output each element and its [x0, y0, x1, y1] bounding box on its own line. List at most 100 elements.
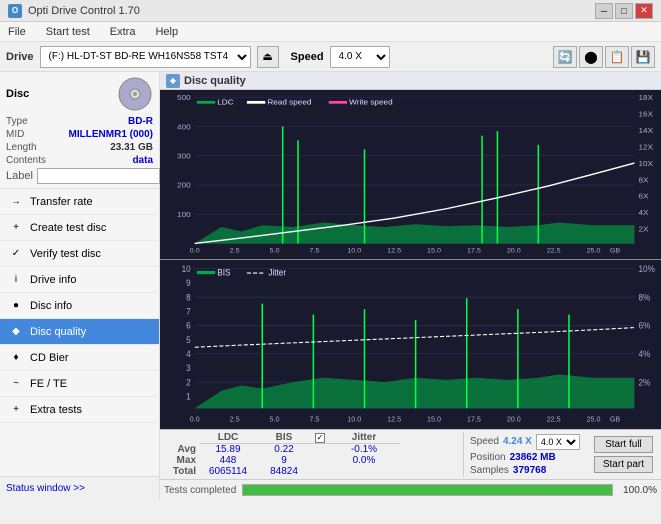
samples-value: 379768 — [513, 465, 546, 476]
drive-select[interactable]: (F:) HL-DT-ST BD-RE WH16NS58 TST4 — [40, 46, 251, 68]
toolbar-btn-1[interactable]: 🔄 — [553, 46, 577, 68]
menu-extra[interactable]: Extra — [106, 24, 140, 40]
sidebar-item-fe-te[interactable]: ~ FE / TE — [0, 371, 159, 397]
svg-text:12X: 12X — [639, 143, 654, 151]
transfer-rate-icon: → — [8, 194, 24, 210]
svg-text:0.0: 0.0 — [190, 248, 200, 255]
close-button[interactable]: ✕ — [635, 3, 653, 19]
sidebar-item-create-test-disc[interactable]: + Create test disc — [0, 215, 159, 241]
toolbar-btn-4[interactable]: 💾 — [631, 46, 655, 68]
empty-header — [164, 432, 200, 444]
sidebar: Disc Type BD-R MID MILLENMR1 (000) Lengt… — [0, 72, 160, 500]
svg-text:4%: 4% — [639, 349, 651, 359]
svg-text:4: 4 — [186, 349, 191, 359]
svg-text:300: 300 — [177, 152, 191, 160]
extra-tests-icon: + — [8, 402, 24, 418]
start-full-button[interactable]: Start full — [594, 436, 653, 453]
disc-length-row: Length 23.31 GB — [6, 142, 153, 153]
progress-percent: 100.0% — [619, 485, 657, 496]
speed-select[interactable]: 4.0 X — [330, 46, 390, 68]
svg-text:8: 8 — [186, 292, 191, 302]
disc-label-input[interactable] — [37, 168, 160, 184]
max-ldc: 448 — [200, 455, 256, 466]
svg-text:2.5: 2.5 — [230, 248, 240, 255]
svg-text:10.0: 10.0 — [347, 414, 361, 423]
disc-length-label: Length — [6, 142, 37, 153]
stats-table-header: LDC BIS ✓ Jitter — [164, 432, 459, 444]
eject-button[interactable]: ⏏ — [257, 46, 279, 68]
sidebar-item-cd-bier[interactable]: ♦ CD Bier — [0, 345, 159, 371]
create-test-disc-icon: + — [8, 220, 24, 236]
sidebar-item-disc-quality[interactable]: ◆ Disc quality — [0, 319, 159, 345]
speed-row: Speed 4.24 X 4.0 X — [470, 434, 580, 450]
menu-start-test[interactable]: Start test — [42, 24, 94, 40]
max-bis: 9 — [256, 455, 312, 466]
jitter-checkbox[interactable]: ✓ — [315, 433, 325, 443]
total-row: Total 6065114 84824 — [164, 466, 459, 477]
fe-te-icon: ~ — [8, 376, 24, 392]
minimize-button[interactable]: ─ — [595, 3, 613, 19]
svg-text:1: 1 — [186, 391, 191, 401]
status-window-label: Status window >> — [6, 483, 85, 494]
menu-bar: File Start test Extra Help — [0, 22, 661, 42]
sidebar-item-extra-tests-label: Extra tests — [30, 404, 82, 416]
maximize-button[interactable]: □ — [615, 3, 633, 19]
sidebar-item-disc-info[interactable]: ● Disc info — [0, 293, 159, 319]
bis-header: BIS — [256, 432, 312, 444]
cd-bier-icon: ♦ — [8, 350, 24, 366]
avg-bis: 0.22 — [256, 444, 312, 455]
sidebar-item-transfer-rate[interactable]: → Transfer rate — [0, 189, 159, 215]
sidebar-item-disc-quality-label: Disc quality — [30, 326, 86, 338]
svg-text:9: 9 — [186, 278, 191, 288]
total-jitter-empty — [328, 466, 400, 477]
svg-text:Read speed: Read speed — [267, 98, 311, 106]
sidebar-item-drive-info[interactable]: i Drive info — [0, 267, 159, 293]
menu-help[interactable]: Help — [151, 24, 182, 40]
position-row: Position 23862 MB — [470, 452, 580, 463]
disc-contents-value: data — [132, 155, 153, 166]
svg-text:8%: 8% — [639, 292, 651, 302]
sidebar-item-verify-test-disc[interactable]: ✓ Verify test disc — [0, 241, 159, 267]
disc-section: Disc Type BD-R MID MILLENMR1 (000) Lengt… — [0, 72, 159, 189]
toolbar-btn-3[interactable]: 📋 — [605, 46, 629, 68]
disc-contents-row: Contents data — [6, 155, 153, 166]
sidebar-item-create-test-disc-label: Create test disc — [30, 222, 106, 234]
app-icon: O — [8, 4, 22, 18]
svg-text:14X: 14X — [639, 126, 654, 134]
bottom-chart-svg: 10 9 8 7 6 5 4 3 2 1 10% 8% 6% 4% 2% — [160, 260, 661, 429]
total-bis: 84824 — [256, 466, 312, 477]
progress-label: Tests completed — [164, 485, 236, 496]
drive-label: Drive — [6, 51, 34, 63]
disc-quality-icon: ◆ — [8, 324, 24, 340]
avg-ldc: 15.89 — [200, 444, 256, 455]
charts-container: 500 400 300 200 100 18X 16X 14X 12X 10X … — [160, 90, 661, 429]
chart-top: 500 400 300 200 100 18X 16X 14X 12X 10X … — [160, 90, 661, 260]
app-title: Opti Drive Control 1.70 — [28, 5, 140, 17]
quality-header-icon: ◆ — [166, 74, 180, 88]
svg-text:10: 10 — [182, 264, 191, 274]
disc-label-label: Label — [6, 170, 33, 182]
max-label: Max — [164, 455, 200, 466]
sidebar-item-extra-tests[interactable]: + Extra tests — [0, 397, 159, 423]
svg-text:Jitter: Jitter — [268, 267, 286, 277]
svg-text:2%: 2% — [639, 377, 651, 387]
status-window[interactable]: Status window >> — [0, 476, 159, 500]
menu-file[interactable]: File — [4, 24, 30, 40]
max-empty — [312, 455, 328, 466]
svg-text:7.5: 7.5 — [309, 248, 319, 255]
max-row: Max 448 9 0.0% — [164, 455, 459, 466]
svg-text:22.5: 22.5 — [547, 414, 561, 423]
disc-mid-label: MID — [6, 129, 24, 140]
disc-info-icon: ● — [8, 298, 24, 314]
toolbar-icons: 🔄 ⬤ 📋 💾 — [553, 46, 655, 68]
ldc-bis-table: LDC BIS ✓ Jitter Avg 15.89 0.22 -0.1% — [164, 432, 459, 477]
toolbar-btn-2[interactable]: ⬤ — [579, 46, 603, 68]
speed-stat-select[interactable]: 4.0 X — [536, 434, 580, 450]
sidebar-item-fe-te-label: FE / TE — [30, 378, 67, 390]
disc-header: Disc — [6, 76, 153, 112]
svg-text:6X: 6X — [639, 192, 649, 200]
progress-fill — [243, 485, 612, 495]
start-part-button[interactable]: Start part — [594, 456, 653, 473]
svg-text:10.0: 10.0 — [347, 248, 361, 255]
chart-bottom: 10 9 8 7 6 5 4 3 2 1 10% 8% 6% 4% 2% — [160, 260, 661, 429]
